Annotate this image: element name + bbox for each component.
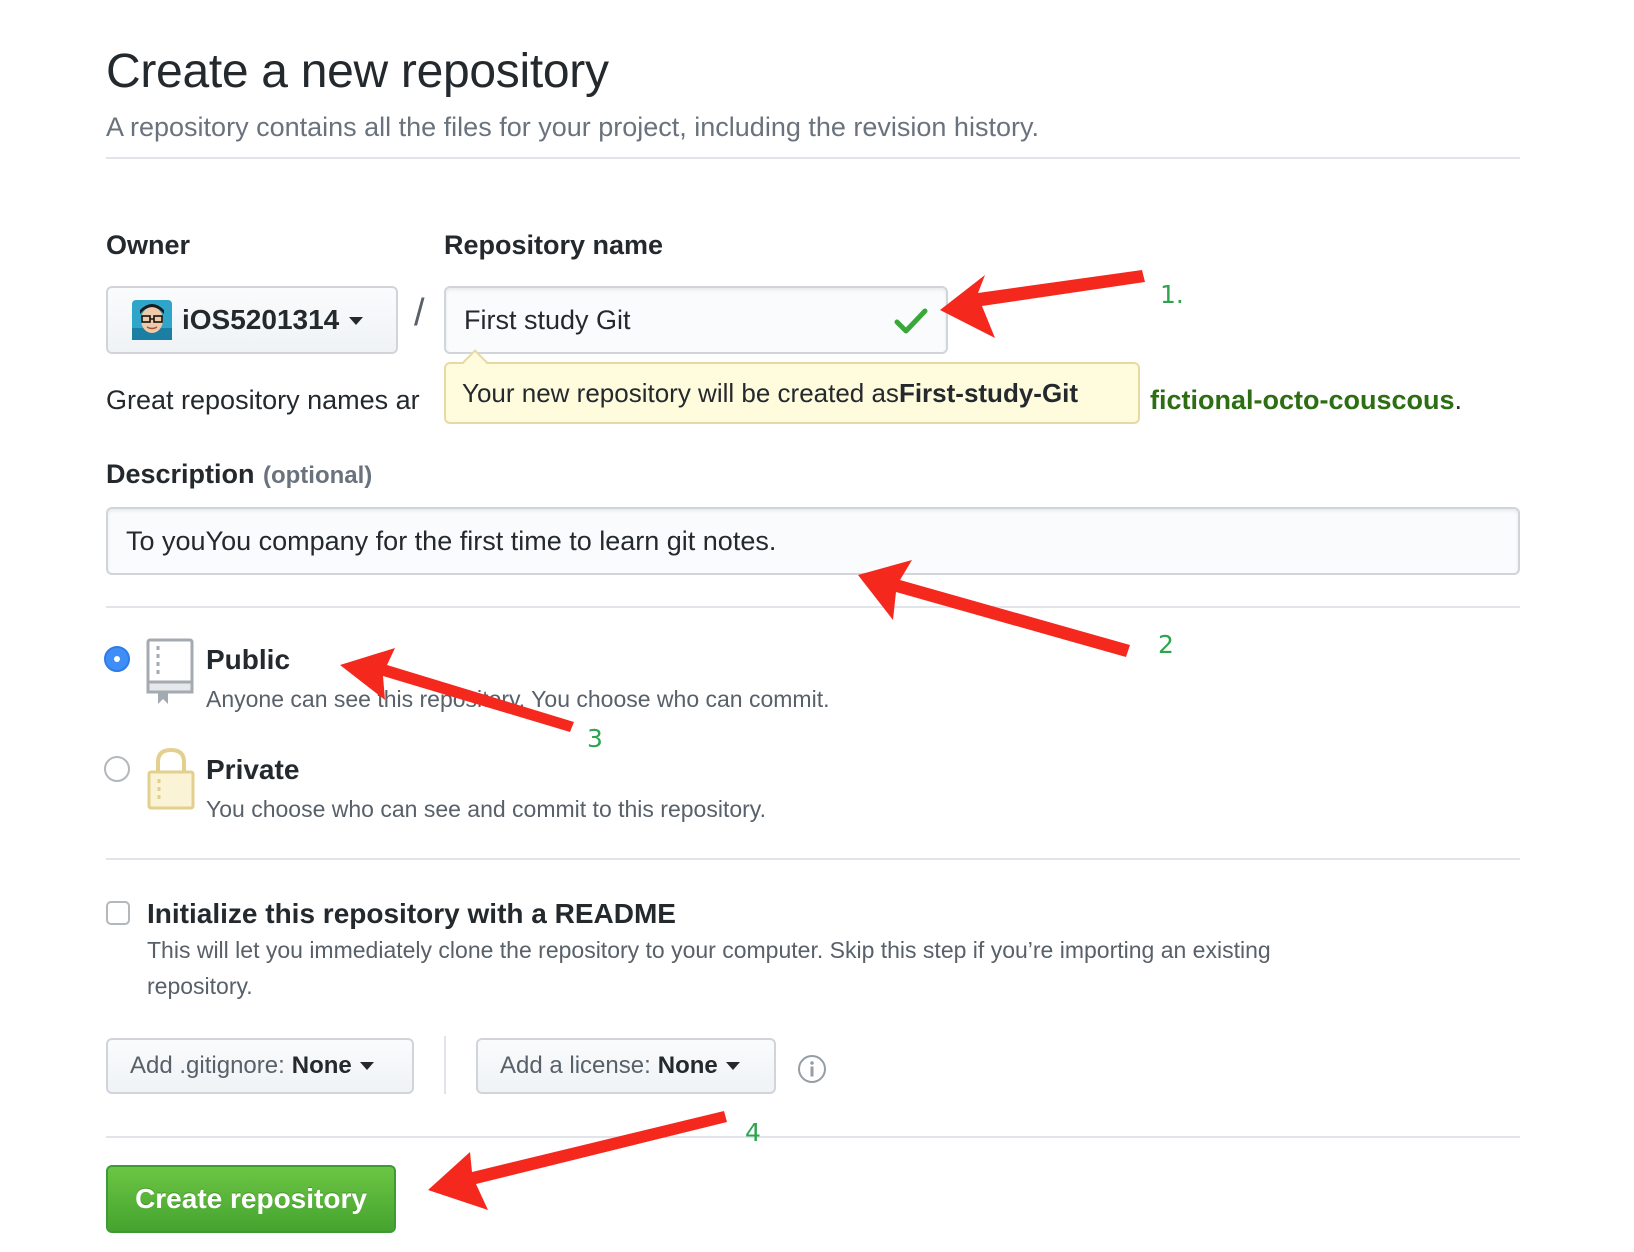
owner-select[interactable]: iOS5201314: [106, 286, 398, 354]
description-label-wrap: Description (optional): [106, 459, 372, 490]
tooltip-prefix: Your new repository will be created as: [462, 377, 899, 408]
chevron-down-icon: [359, 1062, 374, 1070]
page-subtitle: A repository contains all the files for …: [106, 112, 1039, 142]
public-title: Public: [206, 644, 291, 675]
repo-name-tooltip: Your new repository will be created as F…: [444, 362, 1140, 424]
license-label: Add a license:: [500, 1052, 651, 1079]
select-divider: [444, 1036, 446, 1094]
readme-desc-line2: repository.: [147, 973, 253, 999]
hint-suggestion-wrap: fictional-octo-couscous.: [1150, 385, 1462, 416]
hint-suggestion[interactable]: fictional-octo-couscous: [1150, 385, 1455, 415]
gitignore-select[interactable]: Add .gitignore: None: [106, 1038, 414, 1094]
license-select[interactable]: Add a license: None: [476, 1038, 776, 1094]
repo-name-label: Repository name: [444, 230, 664, 260]
description-value: To youYou company for the first time to …: [126, 525, 777, 556]
repo-icon: [146, 638, 196, 709]
avatar-icon: [132, 300, 172, 340]
page-title: Create a new repository: [106, 45, 609, 98]
readme-desc-line1: This will let you immediately clone the …: [147, 937, 1271, 963]
private-title: Private: [206, 754, 300, 785]
description-optional: (optional): [262, 462, 373, 489]
owner-label: Owner: [106, 230, 191, 260]
repo-name-value: First study Git: [464, 304, 631, 335]
annotation-number-1: 1.: [1160, 280, 1184, 309]
description-input[interactable]: To youYou company for the first time to …: [106, 507, 1520, 575]
chevron-down-icon: [349, 317, 364, 325]
owner-repo-separator: /: [414, 292, 425, 334]
gitignore-label: Add .gitignore:: [130, 1052, 285, 1079]
public-desc: Anyone can see this repository. You choo…: [206, 686, 830, 712]
readme-title: Initialize this repository with a README: [147, 898, 676, 929]
annotation-arrow-4: [428, 1111, 727, 1210]
readme-checkbox[interactable]: [106, 901, 130, 925]
create-repository-button[interactable]: Create repository: [106, 1165, 396, 1233]
annotation-arrow-1: [940, 270, 1145, 338]
check-icon: [894, 306, 928, 343]
gitignore-value: None: [291, 1052, 352, 1079]
owner-name: iOS5201314: [182, 304, 340, 335]
repo-name-input[interactable]: First study Git: [444, 286, 948, 354]
submit-divider: [106, 1136, 1520, 1138]
public-radio[interactable]: [104, 646, 130, 672]
tooltip-repo-name: First-study-Git: [898, 377, 1079, 408]
visibility-divider: [106, 606, 1520, 608]
private-radio[interactable]: [104, 756, 130, 782]
annotation-number-3: 3: [587, 724, 603, 753]
readme-divider: [106, 858, 1520, 860]
license-value: None: [657, 1052, 718, 1079]
lock-icon: [146, 746, 196, 817]
description-label: Description: [106, 459, 255, 489]
header-divider: [106, 157, 1520, 159]
private-desc: You choose who can see and commit to thi…: [206, 796, 766, 822]
annotation-number-2: 2: [1158, 630, 1174, 659]
info-icon[interactable]: [797, 1054, 827, 1089]
hint-text: Great repository names ar: [106, 385, 420, 415]
annotation-number-4: 4: [745, 1118, 761, 1147]
chevron-down-icon: [725, 1062, 740, 1070]
hint-suffix: .: [1454, 385, 1463, 415]
repo-name-hint: Great repository names ar: [106, 385, 420, 416]
